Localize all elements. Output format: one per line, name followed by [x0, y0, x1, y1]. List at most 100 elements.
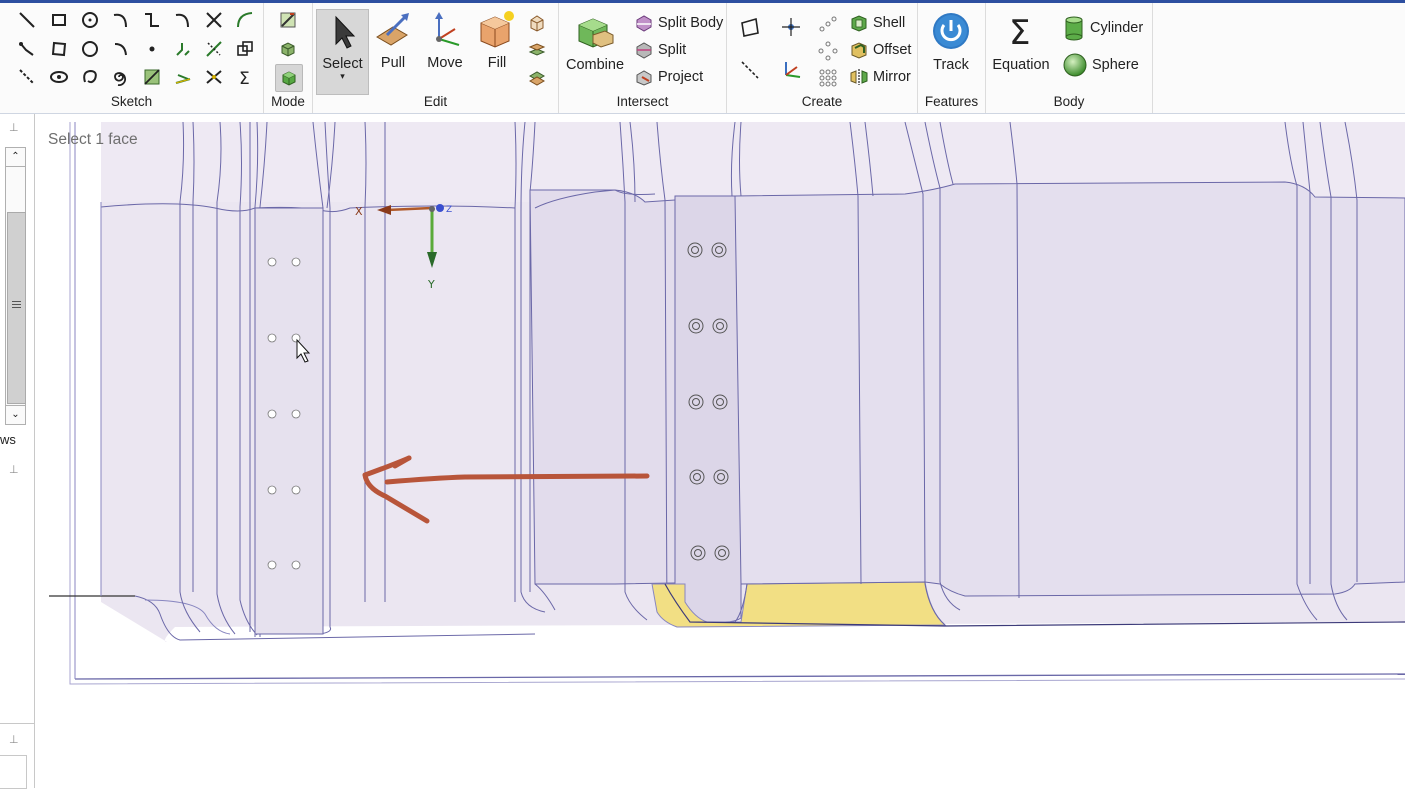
- sphere-label: Sphere: [1092, 57, 1139, 73]
- sweep-arc-icon[interactable]: [234, 9, 256, 31]
- edit-group-label: Edit: [423, 94, 448, 109]
- spiral-tool-icon[interactable]: [110, 66, 132, 88]
- sketch-equation-icon[interactable]: Σ: [234, 66, 256, 88]
- tweak-face-icon[interactable]: [526, 12, 548, 34]
- project-label: Project: [658, 69, 704, 85]
- pull-tool-button[interactable]: Pull: [371, 9, 415, 71]
- combine-icon: [578, 18, 614, 48]
- spline-tool-icon[interactable]: [141, 9, 163, 31]
- face-curve-icon[interactable]: [141, 66, 163, 88]
- split-body-icon: [636, 15, 652, 32]
- cylinder-label: Cylinder: [1090, 20, 1144, 36]
- polyline-tool-icon[interactable]: [16, 38, 38, 60]
- move-tool-button[interactable]: Move: [423, 9, 467, 71]
- three-point-arc-icon[interactable]: [110, 38, 132, 60]
- select-tool-button[interactable]: Select ▾: [316, 9, 369, 95]
- fill-tool-button[interactable]: Fill: [475, 9, 519, 71]
- construction-line-icon[interactable]: [16, 66, 38, 88]
- scroll-up-icon[interactable]: ⌃: [6, 148, 25, 167]
- axis-tool-icon[interactable]: [739, 59, 761, 81]
- sigma-icon: Σ: [1009, 13, 1030, 53]
- split-curve-icon[interactable]: [203, 66, 225, 88]
- features-group: Track Features: [918, 3, 986, 113]
- project-button[interactable]: Project: [634, 67, 703, 87]
- tangent-arc-icon[interactable]: [172, 9, 194, 31]
- move-icon: [435, 12, 460, 46]
- pin-icon[interactable]: ⊥: [9, 122, 21, 134]
- ellipse-tool-icon[interactable]: [79, 38, 101, 60]
- track-button[interactable]: Track: [924, 11, 978, 73]
- sketch-group-label: Sketch: [110, 94, 153, 109]
- split-icon: [636, 42, 652, 59]
- origin-tool-icon[interactable]: [780, 16, 802, 38]
- trim-tool-icon[interactable]: [203, 9, 225, 31]
- mirror-button[interactable]: Mirror: [849, 67, 911, 87]
- sphere-icon: [1063, 53, 1087, 77]
- cylinder-icon: [1065, 16, 1083, 41]
- shell-label: Shell: [873, 15, 906, 31]
- linear-pattern-icon[interactable]: [817, 13, 839, 35]
- axis-x-label: X: [355, 205, 363, 218]
- cursor-arrow-icon: [335, 15, 355, 49]
- polygon-tool-icon[interactable]: [48, 38, 70, 60]
- select-label: Select: [322, 56, 363, 72]
- split-button[interactable]: Split: [634, 40, 686, 60]
- plane-tool-icon[interactable]: [739, 16, 761, 38]
- coordinate-system-icon[interactable]: [780, 59, 802, 81]
- scroll-down-icon[interactable]: ⌄: [6, 405, 25, 424]
- pin-icon[interactable]: ⊥: [9, 464, 21, 476]
- mode-group: Mode: [264, 3, 313, 113]
- split-label: Split: [658, 42, 687, 58]
- rectangle-tool-icon[interactable]: [48, 9, 70, 31]
- equation-label: Equation: [992, 57, 1050, 73]
- mirror-label: Mirror: [873, 69, 911, 85]
- intersect-group-label: Intersect: [616, 94, 669, 109]
- line-tool-icon[interactable]: [16, 9, 38, 31]
- replace-face-icon[interactable]: [526, 39, 548, 61]
- sketch-group: Σ Sketch: [0, 3, 264, 113]
- sphere-button[interactable]: Sphere: [1062, 52, 1139, 78]
- fillet-tool-icon[interactable]: [172, 38, 194, 60]
- views-tab-label[interactable]: ws: [0, 432, 16, 447]
- panel-tab[interactable]: [0, 755, 27, 789]
- sweep-tool-icon[interactable]: [79, 66, 101, 88]
- shell-button[interactable]: Shell: [849, 13, 905, 33]
- project-icon: [636, 70, 652, 86]
- extend-tool-icon[interactable]: [203, 38, 225, 60]
- point-tool-icon[interactable]: [141, 38, 163, 60]
- circle-tool-icon[interactable]: [79, 9, 101, 31]
- equation-button[interactable]: Σ Equation: [990, 11, 1052, 73]
- 3d-viewport[interactable]: X Y Z Select 1 face: [35, 122, 1405, 788]
- grid-pattern-icon[interactable]: [817, 67, 839, 89]
- blend-tool-icon[interactable]: [526, 66, 548, 88]
- intersect-group: Combine Split Body Split Project Interse…: [559, 3, 727, 113]
- split-body-button[interactable]: Split Body: [634, 13, 723, 33]
- features-group-label: Features: [924, 94, 979, 109]
- sketch-mode-icon[interactable]: [277, 9, 299, 31]
- svg-text:Σ: Σ: [239, 69, 250, 87]
- scroll-thumb[interactable]: [7, 212, 26, 404]
- fill-icon: [480, 11, 514, 48]
- combine-tool-button[interactable]: Combine: [565, 13, 625, 73]
- selection-hint: Select 1 face: [48, 131, 138, 148]
- select-dropdown-icon[interactable]: ▾: [317, 72, 368, 81]
- offset-icon: [851, 42, 867, 59]
- power-icon: [933, 13, 969, 49]
- offset-curve-icon[interactable]: [234, 38, 256, 60]
- 3d-mode-button[interactable]: [275, 64, 303, 92]
- axis-y-label: Y: [427, 278, 435, 291]
- pin-icon[interactable]: ⊥: [9, 734, 21, 746]
- move-label: Move: [427, 55, 463, 71]
- circular-pattern-icon[interactable]: [817, 40, 839, 62]
- edit-group: Select ▾ Pull Move Fill Edit: [313, 3, 559, 113]
- slot-tool-icon[interactable]: [48, 66, 70, 88]
- cylinder-button[interactable]: Cylinder: [1062, 15, 1143, 41]
- left-side-panel: ⊥ ⌃ ⌄ ws ⊥ ⊥: [0, 114, 35, 789]
- split-body-label: Split Body: [658, 15, 724, 31]
- bend-tool-icon[interactable]: [172, 66, 194, 88]
- arc-tool-icon[interactable]: [110, 9, 132, 31]
- offset-button[interactable]: Offset: [849, 40, 911, 60]
- panel-scrollbar[interactable]: ⌃ ⌄: [5, 147, 26, 425]
- section-mode-icon[interactable]: [277, 38, 299, 60]
- model-wireframe[interactable]: X Y Z: [35, 122, 1405, 788]
